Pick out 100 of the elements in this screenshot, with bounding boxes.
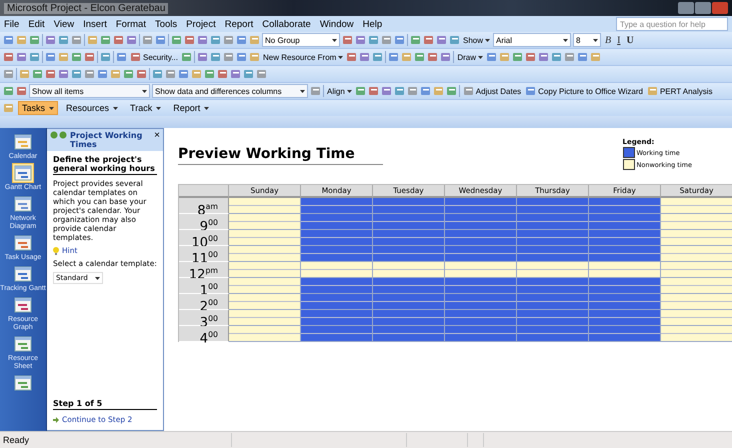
menu-item[interactable]: Project bbox=[186, 18, 216, 30]
toolbar-icon[interactable] bbox=[196, 51, 208, 63]
format-button[interactable]: B bbox=[603, 34, 614, 46]
toolbar-icon[interactable] bbox=[16, 34, 27, 46]
toolbar-icon[interactable] bbox=[380, 85, 392, 97]
menu-item[interactable]: View bbox=[54, 18, 74, 30]
toolbar-icon[interactable] bbox=[436, 34, 447, 46]
toolbar-icon[interactable] bbox=[87, 34, 98, 46]
toolbar-icon[interactable] bbox=[180, 51, 192, 63]
toolbar-icon[interactable] bbox=[210, 34, 221, 46]
minimize-button[interactable] bbox=[678, 2, 694, 14]
dropdown-field[interactable]: No Group bbox=[262, 33, 340, 47]
font-size-field[interactable]: 8 bbox=[573, 33, 602, 47]
toolbar-icon[interactable] bbox=[71, 34, 82, 46]
view-icon[interactable] bbox=[12, 132, 34, 152]
toolbar-icon[interactable] bbox=[16, 85, 27, 97]
toolbar-icon[interactable] bbox=[171, 34, 182, 46]
view-icon[interactable] bbox=[12, 163, 34, 183]
toolbar-icon[interactable] bbox=[3, 68, 14, 80]
toolbar-icon[interactable] bbox=[512, 51, 524, 63]
toolbar-icon[interactable] bbox=[217, 68, 228, 80]
menu-item[interactable]: Insert bbox=[83, 18, 107, 30]
toolbar-icon[interactable] bbox=[191, 68, 202, 80]
toolbar-icon[interactable] bbox=[410, 34, 421, 46]
toolbar-icon[interactable] bbox=[499, 51, 510, 63]
toolbar-icon[interactable] bbox=[449, 34, 460, 46]
toolbar-icon[interactable] bbox=[236, 51, 247, 63]
toolbar-icon[interactable] bbox=[394, 85, 405, 97]
toolbar-icon[interactable] bbox=[414, 51, 426, 63]
toolbar-icon[interactable] bbox=[564, 51, 576, 63]
toolbar-menu-button[interactable]: New Resource From bbox=[262, 50, 344, 64]
toolbar-menu-button[interactable]: Show bbox=[462, 33, 492, 47]
view-icon[interactable] bbox=[12, 373, 34, 393]
format-button[interactable]: I bbox=[615, 34, 622, 46]
toolbar-icon[interactable] bbox=[100, 51, 111, 63]
guide-tab[interactable]: Track bbox=[126, 101, 166, 115]
toolbar-icon[interactable] bbox=[346, 51, 358, 63]
toolbar-icon[interactable] bbox=[342, 34, 353, 46]
toolbar-icon[interactable] bbox=[538, 51, 550, 63]
toolbar-icon[interactable] bbox=[3, 51, 14, 63]
toolbar-icon[interactable] bbox=[249, 34, 260, 46]
toolbar-menu-button[interactable]: Align bbox=[326, 84, 353, 98]
toolbar-icon[interactable] bbox=[446, 85, 457, 97]
toolbar-icon[interactable] bbox=[19, 68, 30, 80]
toolbar-icon[interactable] bbox=[97, 68, 108, 80]
toolbar-icon[interactable] bbox=[406, 85, 418, 97]
toolbar-icon[interactable] bbox=[136, 68, 147, 80]
toolbar-icon[interactable] bbox=[210, 51, 221, 63]
toolbar-icon[interactable] bbox=[256, 68, 267, 80]
menu-item[interactable]: File bbox=[4, 18, 20, 30]
toolbar-icon[interactable] bbox=[359, 51, 370, 63]
toolbar-icon[interactable] bbox=[381, 34, 392, 46]
toolbar-button[interactable]: Adjust Dates bbox=[462, 84, 522, 98]
toolbar-icon[interactable] bbox=[178, 68, 189, 80]
toolbar-icon[interactable] bbox=[45, 34, 56, 46]
toolbar-icon[interactable] bbox=[223, 34, 234, 46]
toolbar-icon[interactable] bbox=[368, 85, 379, 97]
toolbar-icon[interactable] bbox=[3, 102, 14, 114]
toolbar-icon[interactable] bbox=[84, 51, 95, 63]
toolbar-button[interactable]: PERT Analysis bbox=[646, 84, 714, 98]
toolbar-icon[interactable] bbox=[248, 51, 260, 63]
toolbar-icon[interactable] bbox=[155, 34, 166, 46]
toolbar-icon[interactable] bbox=[142, 34, 153, 46]
toolbar-icon[interactable] bbox=[432, 85, 444, 97]
toolbar-icon[interactable] bbox=[113, 34, 124, 46]
toolbar-icon[interactable] bbox=[222, 51, 234, 63]
toolbar-icon[interactable] bbox=[427, 51, 438, 63]
back-forward-icon[interactable] bbox=[50, 131, 68, 139]
toolbar-icon[interactable] bbox=[45, 51, 56, 63]
dropdown-field[interactable]: Arial bbox=[493, 33, 572, 47]
toolbar-icon[interactable] bbox=[204, 68, 215, 80]
toolbar-icon[interactable] bbox=[372, 51, 384, 63]
guide-tab[interactable]: Report bbox=[169, 101, 214, 115]
guide-tab[interactable]: Tasks bbox=[18, 101, 58, 115]
toolbar-icon[interactable] bbox=[310, 85, 321, 97]
menu-item[interactable]: Window bbox=[320, 18, 354, 30]
toolbar-icon[interactable] bbox=[462, 85, 474, 97]
toolbar-icon[interactable] bbox=[525, 51, 536, 63]
dropdown-field[interactable]: Show data and differences columns bbox=[152, 84, 308, 98]
toolbar-icon[interactable] bbox=[590, 51, 602, 63]
toolbar-icon[interactable] bbox=[394, 34, 405, 46]
toolbar-icon[interactable] bbox=[354, 85, 366, 97]
toolbar-icon[interactable] bbox=[130, 51, 141, 63]
toolbar-icon[interactable] bbox=[116, 51, 127, 63]
view-icon[interactable] bbox=[12, 334, 34, 354]
toolbar-icon[interactable] bbox=[388, 51, 400, 63]
toolbar-icon[interactable] bbox=[71, 51, 82, 63]
toolbar-icon[interactable] bbox=[236, 34, 247, 46]
toolbar-icon[interactable] bbox=[45, 68, 56, 80]
menu-item[interactable]: Tools bbox=[154, 18, 178, 30]
toolbar-icon[interactable] bbox=[3, 34, 14, 46]
toolbar-icon[interactable] bbox=[84, 68, 95, 80]
toolbar-icon[interactable] bbox=[110, 68, 121, 80]
toolbar-icon[interactable] bbox=[3, 85, 14, 97]
toolbar-icon[interactable] bbox=[525, 85, 536, 97]
close-button[interactable]: × bbox=[154, 131, 160, 141]
toolbar-icon[interactable] bbox=[58, 34, 69, 46]
toolbar-menu-button[interactable]: Draw bbox=[456, 50, 484, 64]
toolbar-icon[interactable] bbox=[368, 34, 379, 46]
toolbar-icon[interactable] bbox=[126, 34, 137, 46]
